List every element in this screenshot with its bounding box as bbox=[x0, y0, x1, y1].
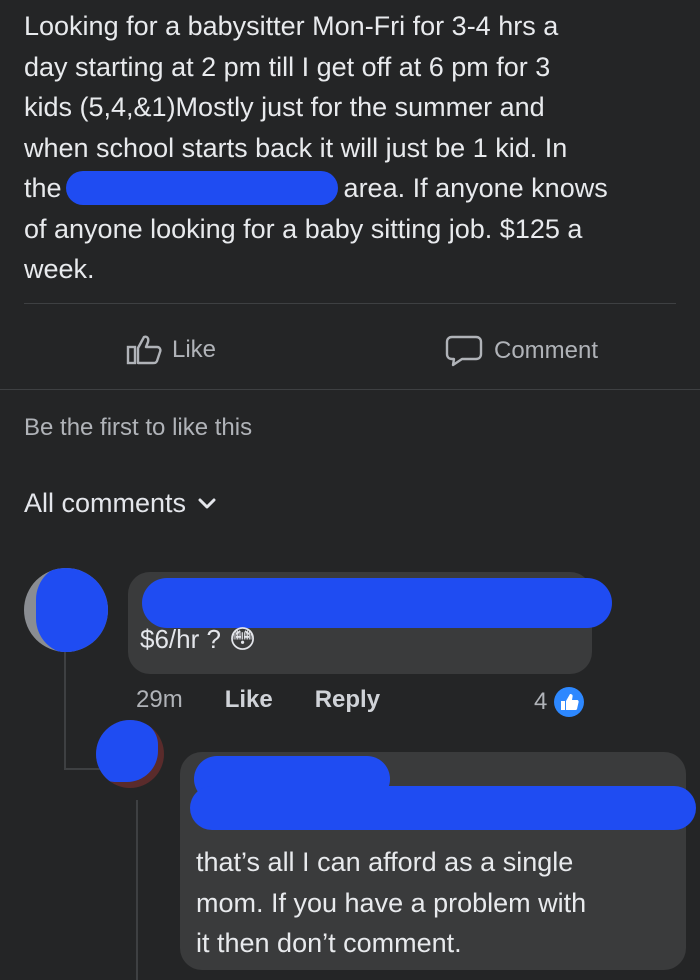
comment-text: $6/hr ? 😳 bbox=[140, 624, 256, 655]
post-line-start: the bbox=[24, 173, 62, 203]
comment-button[interactable]: Comment bbox=[444, 334, 598, 368]
comment-bubble: $6/hr ? 😳 bbox=[128, 572, 612, 674]
thread-connector bbox=[64, 768, 100, 770]
avatar-redaction bbox=[36, 568, 108, 652]
replier-avatar[interactable] bbox=[96, 720, 164, 788]
chevron-down-icon bbox=[198, 498, 216, 508]
avatar-redaction bbox=[96, 720, 158, 782]
actions-divider bbox=[0, 389, 700, 390]
speech-bubble-icon bbox=[445, 335, 483, 367]
like-reaction-icon bbox=[554, 687, 585, 717]
post-line: the area. If anyone knows bbox=[24, 168, 684, 209]
post-line-end: area. If anyone knows bbox=[343, 173, 608, 203]
reply-text: that’s all I can afford as a single mom.… bbox=[196, 842, 586, 964]
redacted-commenter-name[interactable] bbox=[142, 578, 612, 628]
comment-text-body: $6/hr ? bbox=[140, 624, 221, 654]
like-button[interactable]: Like bbox=[126, 334, 216, 366]
comment-reaction-count[interactable]: 4 bbox=[534, 686, 585, 718]
comments-filter-dropdown[interactable]: All comments bbox=[24, 488, 216, 519]
post-line: week. bbox=[24, 254, 95, 284]
post-line: when school starts back it will just be … bbox=[24, 132, 568, 163]
flushed-face-emoji: 😳 bbox=[228, 624, 257, 654]
thread-line bbox=[64, 650, 66, 770]
post-line: of anyone looking for a baby sitting job… bbox=[24, 213, 583, 244]
reaction-summary: Be the first to like this bbox=[24, 414, 253, 441]
post-line: kids (5,4,&1)Mostly just for the summer … bbox=[24, 92, 545, 122]
reply-line: that’s all I can afford as a single bbox=[196, 847, 574, 877]
comments-filter-label: All comments bbox=[24, 488, 187, 518]
commenter-avatar[interactable] bbox=[24, 568, 108, 652]
reply-line: it then don’t comment. bbox=[196, 928, 462, 958]
comment-meta: 29m Like Reply bbox=[136, 686, 422, 714]
post-line: day starting at 2 pm till I get off at 6… bbox=[24, 51, 551, 82]
post-divider bbox=[24, 303, 676, 304]
reply-line: mom. If you have a problem with bbox=[196, 887, 587, 918]
comment-like-button[interactable]: Like bbox=[225, 686, 273, 714]
comment-reply-button[interactable]: Reply bbox=[315, 686, 380, 714]
post-line: Looking for a babysitter Mon-Fri for 3-4… bbox=[24, 11, 559, 41]
like-button-label: Like bbox=[172, 336, 217, 363]
redacted-reply-context bbox=[190, 786, 696, 830]
comment-button-label: Comment bbox=[494, 337, 599, 364]
redacted-location bbox=[65, 171, 338, 206]
post-body: Looking for a babysitter Mon-Fri for 3-4… bbox=[24, 6, 684, 290]
thread-line-reply bbox=[136, 800, 138, 980]
thumbs-up-icon bbox=[126, 335, 162, 365]
reaction-count-value: 4 bbox=[534, 688, 548, 715]
comment-timestamp: 29m bbox=[136, 686, 183, 713]
reply-bubble: that’s all I can afford as a single mom.… bbox=[180, 752, 696, 970]
